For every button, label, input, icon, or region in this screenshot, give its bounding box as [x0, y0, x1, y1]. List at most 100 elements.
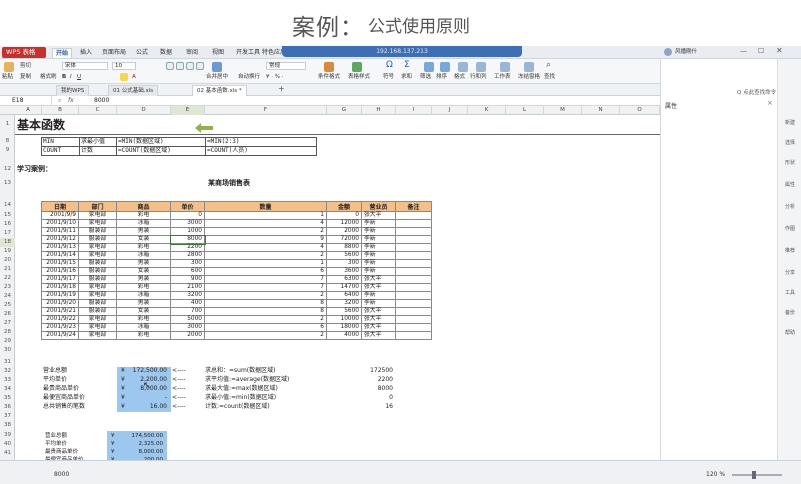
table-cell[interactable]: 600 — [170, 267, 205, 276]
table-cell[interactable]: 2001/9/17 — [41, 275, 79, 284]
table-cell[interactable] — [395, 331, 432, 340]
table-cell[interactable]: 2100 — [170, 283, 205, 292]
row-header[interactable]: 41 — [0, 449, 15, 458]
format-icon[interactable] — [458, 62, 468, 72]
wrap-text-button[interactable]: 自动换行 — [238, 73, 260, 82]
worksheet-button[interactable]: 工作表 — [494, 73, 511, 82]
summary-formula[interactable]: 求平均值:=average(数据区域) — [205, 376, 289, 384]
col-header[interactable]: F — [205, 106, 327, 115]
row-header[interactable]: 40 — [0, 440, 15, 449]
fx-button[interactable]: fx — [68, 96, 74, 106]
header-dept[interactable]: 部门 — [78, 201, 117, 212]
symbol-button[interactable]: 符号 — [383, 73, 394, 82]
zoom-level[interactable]: 120 % — [706, 471, 725, 478]
row-header[interactable]: 21 — [0, 265, 15, 274]
font-name-select[interactable]: 宋体 — [62, 62, 108, 70]
row-header[interactable]: 14 — [0, 201, 15, 210]
summary2-label[interactable]: 最贵商品单价 — [45, 448, 78, 456]
currency-button[interactable]: ¥ · % · — [266, 73, 283, 82]
format-button[interactable]: 格式 — [454, 73, 465, 82]
zoom-slider-handle[interactable] — [752, 471, 756, 479]
table-cell[interactable]: 2000 — [326, 227, 362, 236]
name-box[interactable]: E18 — [2, 96, 52, 105]
summary2-label[interactable]: 营业总额 — [45, 432, 67, 440]
table-cell[interactable]: 冰箱 — [116, 291, 171, 300]
merge-center-button[interactable]: 合并居中 — [206, 73, 228, 82]
table-cell[interactable]: 彩电 — [116, 315, 171, 324]
cell[interactable]: 求最小值 — [81, 138, 105, 146]
table-cell[interactable]: 2001/9/11 — [41, 227, 79, 236]
row-header[interactable]: 30 — [0, 346, 15, 355]
row-header[interactable]: 20 — [0, 256, 15, 265]
table-cell[interactable]: 李新 — [361, 235, 396, 244]
conditional-format-icon[interactable] — [324, 62, 334, 72]
row-header[interactable]: 9 — [0, 146, 15, 155]
table-cell[interactable]: 2001/9/13 — [41, 243, 79, 252]
table-cell[interactable]: 300 — [326, 259, 362, 268]
filter-button[interactable]: 筛选 — [420, 73, 431, 82]
summary-result[interactable]: 2200 — [345, 376, 393, 384]
row-header[interactable]: 28 — [0, 328, 15, 337]
zoom-icon[interactable]: ⌕ — [58, 96, 61, 106]
table-cell[interactable] — [395, 315, 432, 324]
table-cell[interactable]: 6 — [204, 267, 327, 276]
font-color-button[interactable]: A — [132, 73, 136, 82]
summary-currency[interactable]: ¥ — [121, 394, 125, 402]
tab-page-layout[interactable]: 页面布局 — [102, 48, 126, 58]
summary-arrow[interactable]: <---- — [172, 394, 186, 402]
table-cell[interactable] — [395, 307, 432, 316]
table-cell[interactable]: 女装 — [116, 267, 171, 276]
sidebar-property[interactable]: 属性 — [778, 181, 801, 188]
table-cell[interactable]: 0 — [326, 211, 362, 220]
table-cell[interactable]: 2 — [204, 251, 327, 260]
row-header[interactable]: 8 — [0, 137, 15, 146]
table-cell[interactable]: 8000 — [169, 234, 206, 245]
summary-formula[interactable]: 求最大值:=max(数据区域) — [205, 385, 278, 393]
table-cell[interactable]: 家电部 — [78, 323, 117, 332]
table-cell[interactable]: 8 — [204, 307, 327, 316]
zoom-slider[interactable] — [732, 474, 782, 476]
bold-button[interactable]: B — [62, 73, 66, 82]
tab-formula[interactable]: 公式 — [136, 48, 148, 58]
table-cell[interactable]: 家电部 — [78, 251, 117, 260]
cell[interactable]: COUNT — [43, 147, 61, 155]
table-cell[interactable]: 服装部 — [78, 275, 117, 284]
summary2-value[interactable]: 8,000.00 — [119, 448, 164, 456]
col-header[interactable]: O — [620, 106, 660, 115]
table-cell[interactable]: 家电部 — [78, 283, 117, 292]
sidebar-backup[interactable]: 备份 — [778, 309, 801, 316]
table-cell[interactable]: 3600 — [326, 267, 362, 276]
find-button[interactable]: 查找 — [544, 73, 555, 82]
merge-icon[interactable] — [212, 62, 222, 72]
table-cell[interactable]: 12000 — [326, 219, 362, 228]
table-cell[interactable]: 服装部 — [78, 227, 117, 236]
col-header[interactable]: C — [79, 106, 117, 115]
table-cell[interactable]: 张大平 — [361, 283, 396, 292]
summary-currency[interactable]: ¥ — [121, 367, 125, 375]
table-cell[interactable]: 服装部 — [78, 259, 117, 268]
row-header[interactable]: 37 — [0, 412, 15, 421]
fill-color-icon[interactable] — [120, 73, 128, 81]
summary-value[interactable]: 16.00 — [129, 403, 167, 411]
table-cell[interactable]: 冰箱 — [116, 251, 171, 260]
row-header[interactable]: 1 — [0, 120, 15, 129]
table-cell[interactable]: 2000 — [170, 331, 205, 340]
doc-tab-mywps[interactable]: 我的WPS — [56, 85, 90, 96]
col-header[interactable]: D — [117, 106, 171, 115]
table-cell[interactable]: 李新 — [361, 219, 396, 228]
tab-home[interactable]: 开始 — [52, 48, 73, 58]
format-painter-button[interactable]: 格式刷 — [40, 73, 57, 82]
table-cell[interactable]: 6 — [204, 323, 327, 332]
row-header[interactable]: 18 — [0, 238, 15, 247]
sum-button[interactable]: 求和 — [401, 73, 412, 82]
row-header[interactable]: 33 — [0, 376, 15, 385]
row-header[interactable]: 23 — [0, 283, 15, 292]
table-cell[interactable]: 家电部 — [78, 211, 117, 220]
table-cell[interactable]: 14700 — [326, 283, 362, 292]
summary-result[interactable]: 16 — [345, 403, 393, 411]
row-header[interactable]: 34 — [0, 385, 15, 394]
row-header[interactable]: 36 — [0, 403, 15, 412]
summary2-label[interactable]: 平均单价 — [45, 440, 67, 448]
table-cell[interactable]: 2 — [204, 291, 327, 300]
font-size-select[interactable]: 10 — [112, 62, 136, 70]
